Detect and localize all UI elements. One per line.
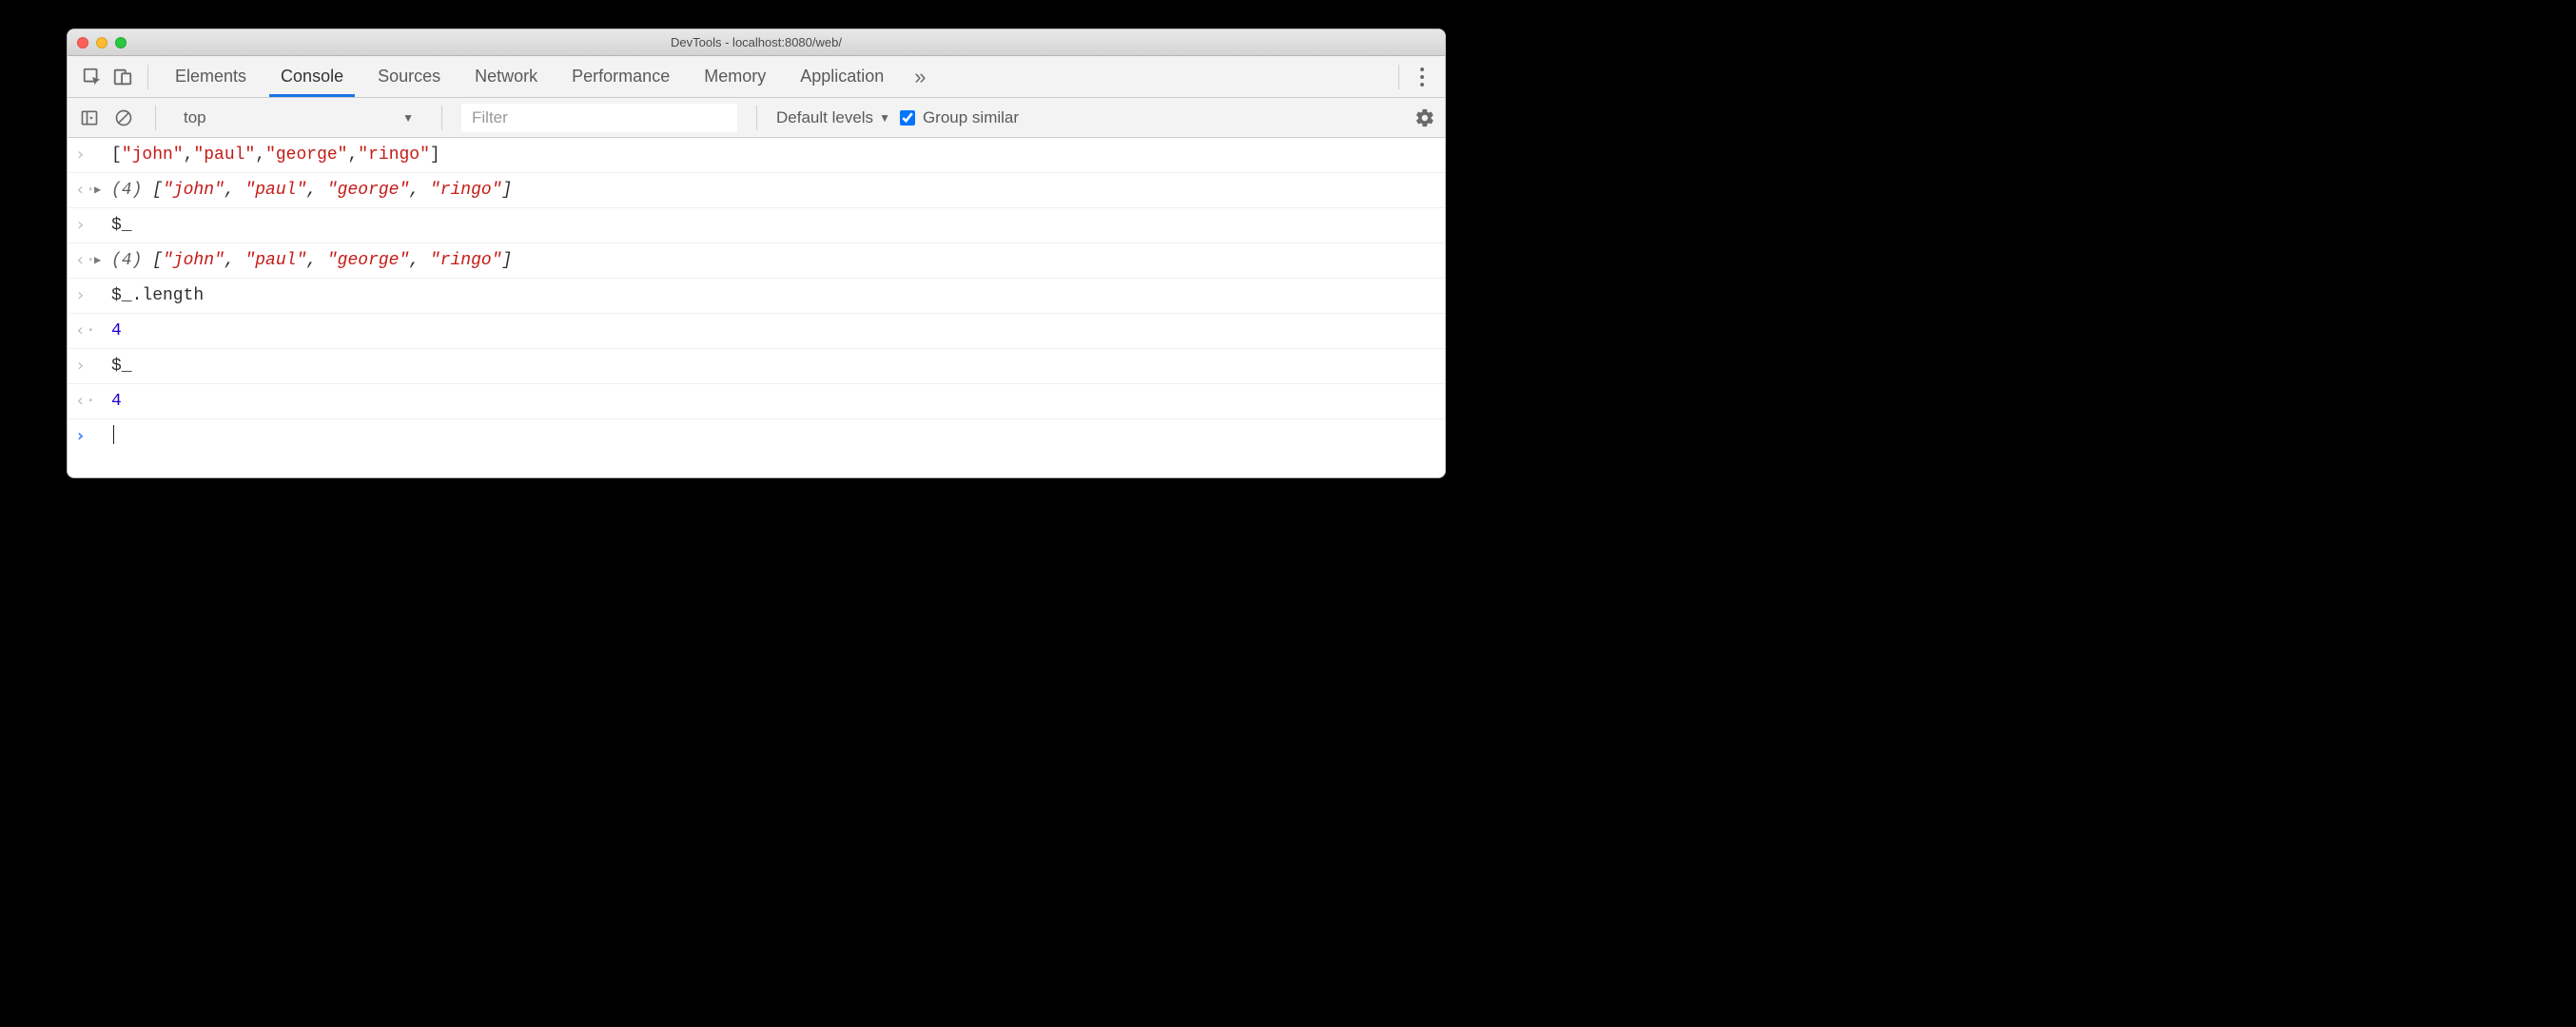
console-row-result: ‹· 4 <box>68 314 1445 349</box>
expand-object-icon[interactable]: ▶ <box>94 249 111 272</box>
tab-label: Console <box>281 67 343 87</box>
console-text: 4 <box>111 390 1435 413</box>
result-icon: ‹· <box>75 179 94 202</box>
group-similar-input[interactable] <box>900 110 915 126</box>
toggle-console-sidebar-icon[interactable] <box>77 106 102 130</box>
console-text <box>111 425 1435 449</box>
devtools-tabbar: Elements Console Sources Network Performance… <box>68 56 1445 98</box>
console-text: 4 <box>111 320 1435 342</box>
result-icon: ‹· <box>75 320 94 342</box>
prompt-past-icon: › <box>75 355 94 378</box>
prompt-past-icon: › <box>75 144 94 166</box>
console-row-input-past[interactable]: › $_ <box>68 349 1445 384</box>
tab-label: Application <box>800 67 884 87</box>
expand-object-icon[interactable]: ▶ <box>94 179 111 202</box>
console-row-input-past[interactable]: › $_ <box>68 208 1445 243</box>
tab-console[interactable]: Console <box>263 56 361 97</box>
prompt-past-icon: › <box>75 284 94 307</box>
console-text: $_ <box>111 355 1435 378</box>
console-text: $_.length <box>111 284 1435 307</box>
tab-application[interactable]: Application <box>783 56 901 97</box>
console-text: (4) ["john", "paul", "george", "ringo"] <box>111 249 1435 272</box>
tab-label: Sources <box>378 67 440 87</box>
console-output: ›["john","paul","george","ringo"]‹·▶(4) … <box>68 138 1445 477</box>
separator <box>147 65 148 89</box>
console-settings-icon[interactable] <box>1415 107 1435 128</box>
tab-label: Memory <box>704 67 766 87</box>
prompt-past-icon: › <box>75 214 94 237</box>
clear-console-icon[interactable] <box>111 106 136 130</box>
console-toolbar: top ▼ Default levels ▼ Group similar <box>68 98 1445 138</box>
tab-performance[interactable]: Performance <box>555 56 687 97</box>
window-controls <box>68 37 127 48</box>
text-caret <box>113 425 114 444</box>
console-text: ["john","paul","george","ringo"] <box>111 144 1435 166</box>
minimize-window-button[interactable] <box>96 37 107 48</box>
prompt-icon: › <box>75 425 94 448</box>
devtools-menu-icon[interactable] <box>1409 62 1435 92</box>
log-levels-label: Default levels <box>776 108 873 127</box>
group-similar-checkbox[interactable]: Group similar <box>900 108 1019 127</box>
close-window-button[interactable] <box>77 37 88 48</box>
window-title: DevTools - localhost:8080/web/ <box>68 35 1445 49</box>
tab-network[interactable]: Network <box>458 56 555 97</box>
result-icon: ‹· <box>75 390 94 413</box>
chevron-down-icon: ▼ <box>402 111 414 125</box>
console-row-result: ‹·▶(4) ["john", "paul", "george", "ringo… <box>68 243 1445 279</box>
console-row-input-current[interactable]: › <box>68 419 1445 477</box>
group-similar-label: Group similar <box>923 108 1019 127</box>
titlebar: DevTools - localhost:8080/web/ <box>68 29 1445 56</box>
zoom-window-button[interactable] <box>115 37 127 48</box>
inspect-element-icon[interactable] <box>77 62 107 92</box>
separator <box>756 106 757 130</box>
console-row-result: ‹· 4 <box>68 384 1445 419</box>
tab-label: Elements <box>175 67 246 87</box>
tab-sources[interactable]: Sources <box>361 56 458 97</box>
tab-elements[interactable]: Elements <box>158 56 263 97</box>
tab-label: Performance <box>572 67 670 87</box>
console-row-input-past[interactable]: › $_.length <box>68 279 1445 314</box>
console-row-result: ‹·▶(4) ["john", "paul", "george", "ringo… <box>68 173 1445 208</box>
console-filter-input[interactable] <box>461 104 737 132</box>
chevron-down-icon: ▼ <box>879 111 890 125</box>
devtools-window: DevTools - localhost:8080/web/ Elements C… <box>67 29 1446 478</box>
separator <box>155 106 156 130</box>
separator <box>1398 65 1399 89</box>
more-tabs-icon[interactable]: » <box>901 65 939 89</box>
console-row-input-past[interactable]: › ["john","paul","george","ringo"] <box>68 138 1445 173</box>
log-levels-select[interactable]: Default levels ▼ <box>776 108 890 127</box>
console-text: $_ <box>111 214 1435 237</box>
execution-context-select[interactable]: top ▼ <box>175 104 422 132</box>
console-text: (4) ["john", "paul", "george", "ringo"] <box>111 179 1435 202</box>
tab-memory[interactable]: Memory <box>687 56 783 97</box>
device-toolbar-icon[interactable] <box>107 62 138 92</box>
tabs: Elements Console Sources Network Performance… <box>158 56 901 97</box>
tab-label: Network <box>475 67 537 87</box>
result-icon: ‹· <box>75 249 94 272</box>
separator <box>441 106 442 130</box>
execution-context-value: top <box>184 108 206 127</box>
